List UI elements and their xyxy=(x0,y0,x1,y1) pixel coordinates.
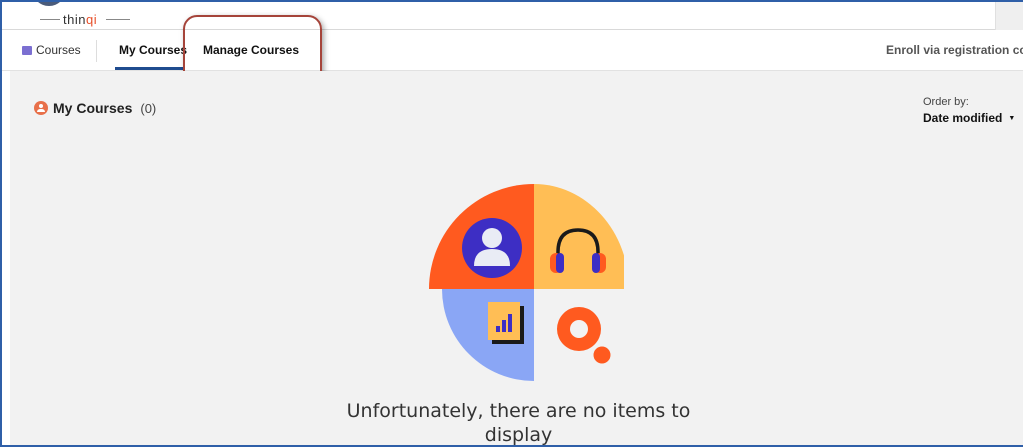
logo-bar: thinqi xyxy=(2,2,1023,30)
nav-bar: Courses My Courses Manage Courses Enroll… xyxy=(2,30,1023,71)
logo-divider-left xyxy=(40,19,60,20)
order-by-label: Order by: xyxy=(923,96,969,108)
page-title: My Courses (0) xyxy=(34,100,156,116)
logo-swoosh xyxy=(32,2,66,6)
empty-state-illustration xyxy=(429,184,624,381)
logo-text-accent: qi xyxy=(85,12,98,27)
tab-my-courses[interactable]: My Courses xyxy=(119,43,187,57)
nav-separator xyxy=(96,40,97,62)
book-icon xyxy=(22,46,32,55)
illustration-quadrant-yellow xyxy=(534,184,624,289)
logo-text: thin xyxy=(63,12,86,27)
logo-divider-right xyxy=(106,19,130,20)
chart-icon xyxy=(488,302,524,344)
order-by-value: Date modified xyxy=(923,111,1003,125)
nav-courses-label: Courses xyxy=(36,43,81,57)
user-icon xyxy=(34,101,48,115)
page-title-text: My Courses xyxy=(53,100,133,116)
caret-down-icon: ▼ xyxy=(1008,115,1016,122)
app-frame: thinqi Courses My Courses Manage Courses… xyxy=(0,0,1023,447)
header-corner-panel xyxy=(995,2,1023,30)
active-tab-indicator xyxy=(115,67,184,70)
order-by-select[interactable]: Date modified ▼ xyxy=(923,111,1015,125)
logo[interactable]: thinqi xyxy=(63,12,97,27)
main-content: My Courses (0) Order by: Date modified ▼ xyxy=(10,71,1023,446)
search-icon xyxy=(557,307,614,367)
user-avatar-icon xyxy=(462,218,522,278)
enroll-registration-link[interactable]: Enroll via registration cod xyxy=(886,43,1023,57)
course-count: (0) xyxy=(140,100,157,116)
nav-courses[interactable]: Courses xyxy=(22,43,81,57)
empty-state-message: Unfortunately, there are no items to dis… xyxy=(346,400,691,446)
